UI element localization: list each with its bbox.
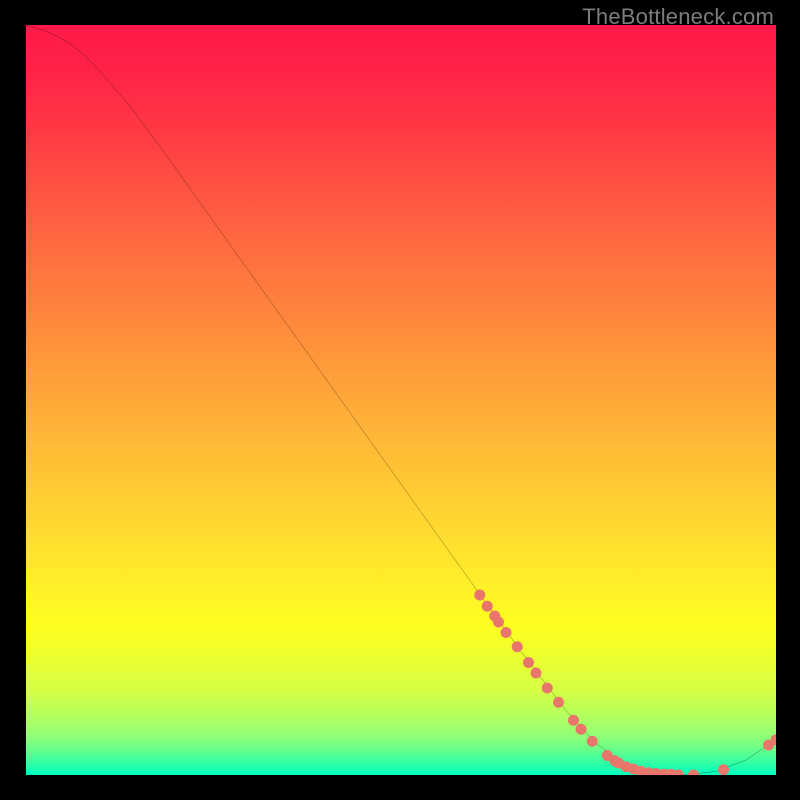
watermark-text: TheBottleneck.com [582,4,774,30]
bottleneck-curve [26,25,776,775]
highlight-points [474,590,776,775]
highlight-point [474,590,485,601]
chart-stage: TheBottleneck.com [0,0,800,800]
highlight-point [542,683,553,694]
highlight-point [493,617,504,628]
highlight-point [587,736,598,747]
highlight-point [512,641,523,652]
curve-layer [26,25,776,775]
highlight-point [501,627,512,638]
highlight-point [688,770,699,775]
highlight-point [523,657,534,668]
plot-area [26,25,776,775]
highlight-point [718,764,729,775]
highlight-point [531,668,542,679]
highlight-point [553,697,564,708]
highlight-point [482,601,493,612]
highlight-point [568,715,579,726]
highlight-point [576,724,587,735]
